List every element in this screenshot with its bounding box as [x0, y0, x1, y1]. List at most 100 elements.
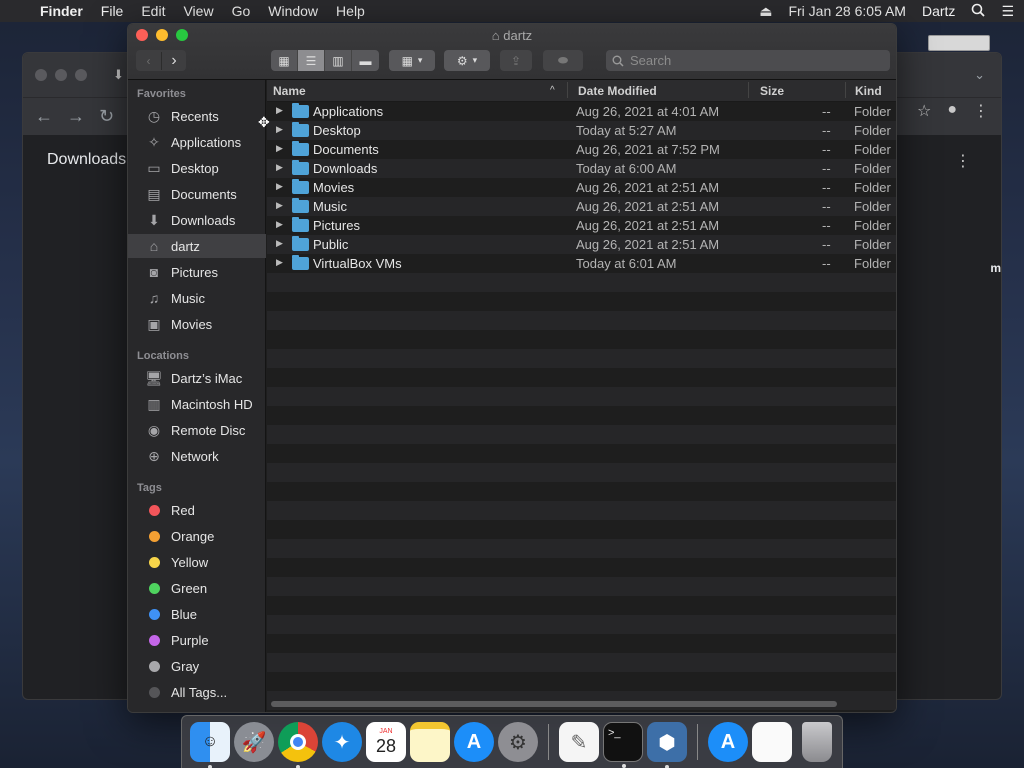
sidebar-tag-purple[interactable]: Purple — [128, 628, 266, 652]
column-name[interactable]: Name — [273, 84, 306, 98]
gallery-view-icon[interactable]: ▬ — [352, 50, 379, 71]
virtualbox-icon[interactable]: ⬢ — [647, 722, 687, 768]
eject-icon[interactable]: ⏏ — [759, 3, 772, 20]
sidebar-item-network[interactable]: ⊕ Network — [128, 444, 266, 468]
menu-file[interactable]: File — [101, 3, 124, 19]
forward-arrow-icon[interactable]: → — [67, 106, 85, 127]
document-icon[interactable] — [752, 722, 792, 762]
system-preferences-icon[interactable]: ⚙ — [498, 722, 538, 762]
table-row[interactable]: ▶ Desktop Today at 5:27 AM -- Folder — [267, 121, 896, 140]
column-size[interactable]: Size — [760, 84, 784, 98]
icon-view-icon[interactable]: ▦ — [271, 50, 298, 71]
table-row[interactable]: ▶ Documents Aug 26, 2021 at 7:52 PM -- F… — [267, 140, 896, 159]
disclosure-triangle-icon[interactable]: ▶ — [276, 162, 283, 173]
menu-finder[interactable]: Finder — [40, 3, 83, 19]
sidebar-tag-green[interactable]: Green — [128, 576, 266, 600]
action-button[interactable]: ⚙ ▾ — [444, 50, 490, 71]
chevron-down-icon[interactable]: ⌄ — [974, 67, 985, 83]
spotlight-search-icon[interactable] — [971, 3, 986, 20]
horizontal-scrollbar[interactable] — [271, 701, 837, 707]
terminal-icon[interactable]: >_ — [603, 722, 643, 768]
sidebar-item-recents[interactable]: ◷ Recents — [128, 104, 266, 128]
sidebar-all-tags[interactable]: All Tags... — [128, 680, 266, 704]
profile-icon[interactable]: ● — [947, 101, 957, 121]
table-row[interactable]: ▶ Pictures Aug 26, 2021 at 2:51 AM -- Fo… — [267, 216, 896, 235]
search-field[interactable]: Search — [606, 50, 890, 71]
column-date-modified[interactable]: Date Modified — [578, 84, 657, 98]
notification-center-icon[interactable]: ☰ — [1001, 3, 1014, 20]
folder-icon — [292, 160, 309, 175]
sidebar-tag-red[interactable]: Red — [128, 498, 266, 522]
sidebar-item-macintosh-hd[interactable]: ▥ Macintosh HD — [128, 392, 266, 416]
menu-window[interactable]: Window — [268, 3, 318, 19]
trash-icon[interactable] — [802, 722, 832, 762]
list-view-icon[interactable]: ☰ — [298, 50, 325, 71]
browser-minimize-light[interactable] — [55, 69, 67, 81]
sidebar-item-pictures[interactable]: ◙ Pictures — [128, 260, 266, 284]
back-chevron-icon[interactable]: ‹ — [136, 54, 161, 68]
browser-close-light[interactable] — [35, 69, 47, 81]
sidebar-tag-blue[interactable]: Blue — [128, 602, 266, 626]
disclosure-triangle-icon[interactable]: ▶ — [276, 219, 283, 230]
reload-icon[interactable]: ↻ — [99, 106, 114, 127]
sidebar-item-desktop[interactable]: ▭ Desktop — [128, 156, 266, 180]
download-tab-icon[interactable]: ⬇ — [113, 67, 124, 83]
downloads-menu-icon[interactable]: ⋮ — [955, 151, 971, 171]
sidebar-item-music[interactable]: ♫ Music — [128, 286, 266, 310]
back-arrow-icon[interactable]: ← — [35, 106, 53, 127]
browser-menu-icon[interactable]: ⋮ — [973, 101, 989, 121]
sidebar-item-documents[interactable]: ▤ Documents — [128, 182, 266, 206]
sidebar-tag-yellow[interactable]: Yellow — [128, 550, 266, 574]
textedit-icon[interactable]: ✎ — [559, 722, 599, 762]
menu-go[interactable]: Go — [232, 3, 251, 19]
bookmark-star-icon[interactable]: ☆ — [917, 101, 931, 121]
disclosure-triangle-icon[interactable]: ▶ — [276, 200, 283, 211]
share-button[interactable]: ⇪ — [500, 50, 532, 71]
calendar-icon[interactable]: JAN 28 — [366, 722, 406, 762]
notes-icon[interactable] — [410, 722, 450, 762]
disclosure-triangle-icon[interactable]: ▶ — [276, 105, 283, 116]
sidebar-tag-orange[interactable]: Orange — [128, 524, 266, 548]
menu-view[interactable]: View — [183, 3, 213, 19]
disclosure-triangle-icon[interactable]: ▶ — [276, 124, 283, 135]
sidebar-item-movies[interactable]: ▣ Movies — [128, 312, 266, 336]
column-kind[interactable]: Kind — [855, 84, 882, 98]
sidebar-tag-gray[interactable]: Gray — [128, 654, 266, 678]
disclosure-triangle-icon[interactable]: ▶ — [276, 257, 283, 268]
chrome-icon[interactable] — [278, 722, 318, 768]
list-column-header: Name ^ Date Modified Size Kind — [267, 80, 896, 102]
safari-icon[interactable]: ✦ — [322, 722, 362, 762]
sidebar-item-applications[interactable]: ✧ Applications — [128, 130, 266, 154]
tag-button[interactable]: ⬬ — [543, 50, 583, 71]
table-row[interactable]: ▶ Downloads Today at 6:00 AM -- Folder — [267, 159, 896, 178]
locations-header: Locations — [137, 350, 189, 362]
browser-zoom-light[interactable] — [75, 69, 87, 81]
sidebar-item-imac[interactable]: 🖥 Dartz’s iMac — [128, 366, 266, 390]
disclosure-triangle-icon[interactable]: ▶ — [276, 238, 283, 249]
finder-icon[interactable]: ☺ — [190, 722, 230, 768]
user-menu[interactable]: Dartz — [922, 3, 955, 19]
app-store-icon[interactable]: A — [454, 722, 494, 762]
disclosure-triangle-icon[interactable]: ▶ — [276, 143, 283, 154]
group-by-button[interactable]: ▦ ▾ — [389, 50, 435, 71]
empty-row — [267, 615, 896, 634]
column-view-icon[interactable]: ▥ — [325, 50, 352, 71]
sidebar-item-dartz[interactable]: ⌂ dartz — [128, 234, 266, 258]
app-store-downloads-icon[interactable]: A — [708, 722, 748, 762]
sidebar-item-downloads[interactable]: ⬇ Downloads — [128, 208, 266, 232]
table-row[interactable]: ▶ Music Aug 26, 2021 at 2:51 AM -- Folde… — [267, 197, 896, 216]
home-icon: ⌂ — [149, 238, 159, 254]
sidebar-item-remote-disc[interactable]: ◉ Remote Disc — [128, 418, 266, 442]
table-row[interactable]: ▶ Public Aug 26, 2021 at 2:51 AM -- Fold… — [267, 235, 896, 254]
clock[interactable]: Fri Jan 28 6:05 AM — [788, 3, 906, 19]
table-row[interactable]: ▶ Applications Aug 26, 2021 at 4:01 AM -… — [267, 102, 896, 121]
table-row[interactable]: ▶ VirtualBox VMs Today at 6:01 AM -- Fol… — [267, 254, 896, 273]
folder-icon — [292, 236, 309, 251]
hard-drive-desktop-icon[interactable] — [928, 35, 990, 51]
forward-chevron-icon[interactable]: › — [161, 51, 186, 70]
menu-edit[interactable]: Edit — [141, 3, 165, 19]
launchpad-icon[interactable]: 🚀 — [234, 722, 274, 762]
table-row[interactable]: ▶ Movies Aug 26, 2021 at 2:51 AM -- Fold… — [267, 178, 896, 197]
menu-help[interactable]: Help — [336, 3, 365, 19]
disclosure-triangle-icon[interactable]: ▶ — [276, 181, 283, 192]
